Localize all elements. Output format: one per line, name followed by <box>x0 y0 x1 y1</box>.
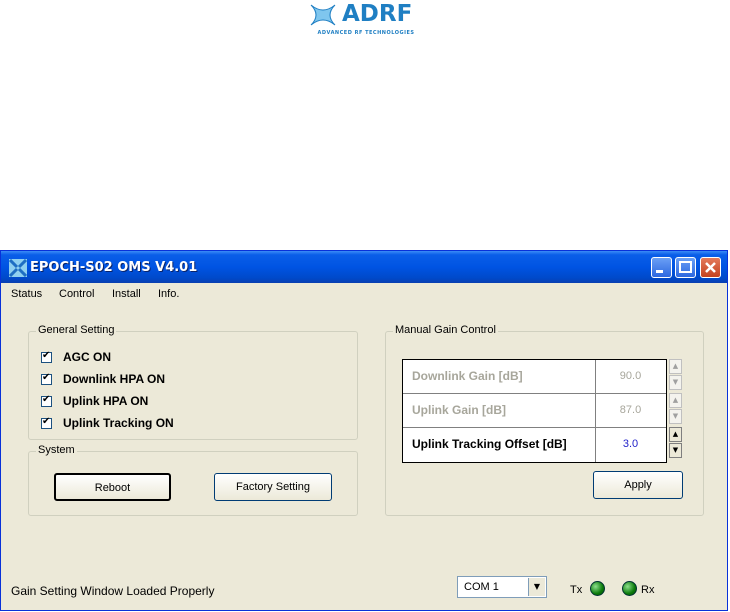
com-port-value: COM 1 <box>464 581 499 593</box>
uplink-gain-spinner[interactable]: ▲ ▼ <box>669 393 682 425</box>
spin-down-icon[interactable]: ▼ <box>669 375 682 390</box>
spin-up-icon[interactable]: ▲ <box>669 359 682 374</box>
gain-row-uplink: Uplink Gain [dB] 87.0 <box>403 394 666 428</box>
manual-gain-legend: Manual Gain Control <box>393 324 498 336</box>
checkbox-box[interactable] <box>41 416 52 429</box>
system-legend: System <box>36 444 77 456</box>
menu-status[interactable]: Status <box>11 288 42 300</box>
menu-install[interactable]: Install <box>112 288 141 300</box>
menu-bar: Status Control Install Info. <box>1 283 727 305</box>
gain-row-downlink: Downlink Gain [dB] 90.0 <box>403 360 666 394</box>
checkbox-label: AGC ON <box>63 350 111 364</box>
downlink-gain-spinner[interactable]: ▲ ▼ <box>669 359 682 391</box>
spin-down-icon[interactable]: ▼ <box>669 443 682 458</box>
logo-subtitle: ADVANCED RF TECHNOLOGIES <box>317 30 415 36</box>
tx-label: Tx <box>570 584 583 596</box>
minimize-icon <box>656 270 663 273</box>
manual-gain-control-group: Manual Gain Control Downlink Gain [dB] 9… <box>385 324 704 516</box>
checkbox-box[interactable] <box>41 394 52 407</box>
app-window: EPOCH-S02 OMS V4.01 Status Control Insta… <box>0 250 728 611</box>
gain-label: Uplink Tracking Offset [dB] <box>412 437 567 451</box>
menu-control[interactable]: Control <box>59 288 94 300</box>
status-message: Gain Setting Window Loaded Properly <box>11 584 215 598</box>
general-setting-legend: General Setting <box>36 324 117 336</box>
factory-setting-button[interactable]: Factory Setting <box>214 473 332 501</box>
close-icon <box>705 262 716 273</box>
app-icon <box>9 259 27 277</box>
com-port-select[interactable]: COM 1 ▼ <box>457 576 547 598</box>
close-button[interactable] <box>700 257 721 278</box>
gain-value: 90.0 <box>619 370 642 382</box>
checkbox-box[interactable] <box>41 350 52 363</box>
title-bar[interactable]: EPOCH-S02 OMS V4.01 <box>1 251 727 283</box>
spin-up-icon[interactable]: ▲ <box>669 393 682 408</box>
checkbox-label: Downlink HPA ON <box>63 372 165 386</box>
spin-up-icon[interactable]: ▲ <box>669 427 682 442</box>
minimize-button[interactable] <box>651 257 672 278</box>
system-group: System Reboot Factory Setting <box>28 444 358 516</box>
rx-label: Rx <box>641 584 655 596</box>
menu-info[interactable]: Info. <box>158 288 179 300</box>
uplink-tracking-offset-spinner[interactable]: ▲ ▼ <box>669 427 682 459</box>
maximize-icon <box>679 261 692 273</box>
gain-row-uplink-tracking-offset: Uplink Tracking Offset [dB] 3.0 <box>403 428 666 462</box>
rx-led-icon <box>622 581 637 596</box>
checkbox-box[interactable] <box>41 372 52 385</box>
gain-label: Downlink Gain [dB] <box>412 369 523 383</box>
gain-label: Uplink Gain [dB] <box>412 403 506 417</box>
maximize-button[interactable] <box>675 257 696 278</box>
window-title: EPOCH-S02 OMS V4.01 <box>30 260 198 275</box>
chevron-down-icon[interactable]: ▼ <box>528 578 545 596</box>
checkbox-label: Uplink Tracking ON <box>63 416 174 430</box>
reboot-button[interactable]: Reboot <box>54 473 171 501</box>
adrf-logo: ADRF ADVANCED RF TECHNOLOGIES <box>306 0 426 42</box>
adrf-logo-icon <box>310 4 336 26</box>
spin-down-icon[interactable]: ▼ <box>669 409 682 424</box>
gain-table: Downlink Gain [dB] 90.0 Uplink Gain [dB]… <box>402 359 667 463</box>
checkbox-label: Uplink HPA ON <box>63 394 149 408</box>
general-setting-group: General Setting AGC ON Downlink HPA ON U… <box>28 324 358 440</box>
tx-led-icon <box>590 581 605 596</box>
gain-value: 87.0 <box>619 404 642 416</box>
logo-text: ADRF <box>342 1 413 27</box>
gain-value[interactable]: 3.0 <box>596 428 665 461</box>
apply-button[interactable]: Apply <box>593 471 683 499</box>
